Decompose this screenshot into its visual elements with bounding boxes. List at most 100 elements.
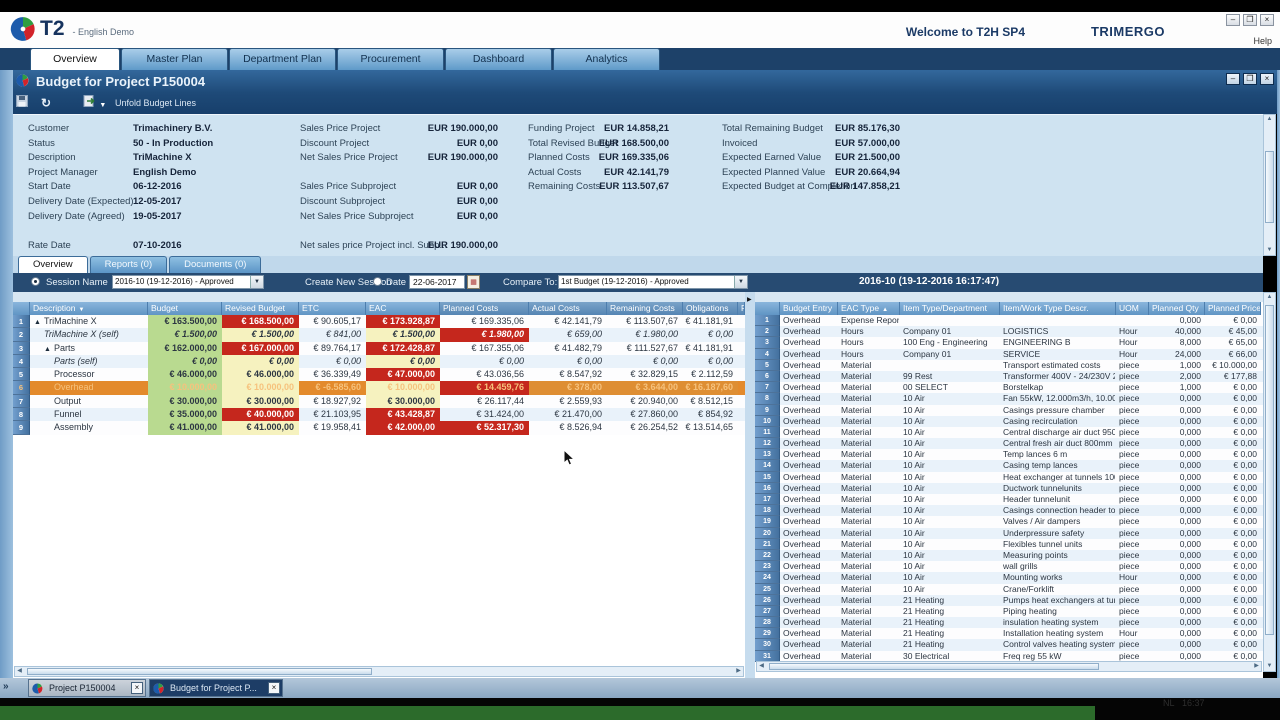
budget-line-row[interactable]: 17 Overhead Material 10 Air Header tunneluni…: [755, 494, 1263, 506]
budget-row-output[interactable]: 7 Output € 30.000,00 € 30.000,00 € 18.927,92…: [13, 394, 745, 409]
budget-line-row[interactable]: 23 Overhead Material 10 Air wall grills piece…: [755, 561, 1263, 573]
column-header-revised-budget[interactable]: Revised Budget: [222, 302, 299, 315]
export-icon[interactable]: ▼: [83, 95, 106, 110]
close-icon[interactable]: ×: [131, 682, 143, 694]
inner-close-button[interactable]: ×: [1260, 73, 1274, 85]
budget-line-row[interactable]: 7 Overhead Material 00 SELECT Borstelkap piec…: [755, 382, 1263, 394]
budget-line-row[interactable]: 10 Overhead Material 10 Air Casing recircula…: [755, 415, 1263, 427]
budget-line-row[interactable]: 27 Overhead Material 21 Heating Piping heati…: [755, 605, 1263, 618]
close-icon[interactable]: ×: [268, 682, 280, 694]
refresh-icon[interactable]: ↻: [41, 96, 51, 110]
budget-row-funnel[interactable]: 8 Funnel € 35.000,00 € 40.000,00 € 21.103,95…: [13, 408, 745, 422]
calendar-icon[interactable]: ▦: [467, 275, 480, 289]
column-header-obligations[interactable]: Obligations: [683, 302, 738, 315]
budget-line-row[interactable]: 30 Overhead Material 21 Heating Control valv…: [755, 639, 1263, 651]
budget-line-row[interactable]: 21 Overhead Material 10 Air Flexibles tunnel…: [755, 538, 1263, 550]
column-header-budget-entry[interactable]: Budget Entry: [780, 302, 838, 315]
scroll-right-icon[interactable]: ▶: [734, 667, 743, 676]
session-name-select[interactable]: 2016-10 (19-12-2016) - Approved ▼: [112, 275, 264, 289]
column-header-eac[interactable]: EAC: [366, 302, 440, 315]
budget-row-overhead[interactable]: 6 Overhead € 10.000,00 € 10.000,00 € -6.585,…: [13, 381, 745, 395]
tab-overview[interactable]: Overview: [30, 48, 120, 70]
column-header-uom[interactable]: UOM: [1116, 302, 1149, 315]
tree-expand-icon[interactable]: ▲: [44, 346, 51, 353]
column-header-actual-costs[interactable]: Actual Costs: [529, 302, 607, 315]
budget-line-row[interactable]: 9 Overhead Material 10 Air Casings pressure …: [755, 404, 1263, 416]
budget-row-trimachine-x[interactable]: 1 ▲ TriMachine X € 163.500,00 € 168.500,00 € …: [13, 315, 745, 329]
taskbar-tab-budget-for-project-p[interactable]: Budget for Project P... ×: [149, 679, 283, 697]
session-name-radio[interactable]: [31, 277, 40, 286]
minimize-button[interactable]: –: [1226, 14, 1240, 26]
scroll-right-icon[interactable]: ▶: [1252, 662, 1261, 671]
subtab-documents-0[interactable]: Documents (0): [169, 256, 262, 273]
maximize-button[interactable]: ❐: [1243, 14, 1257, 26]
budget-line-row[interactable]: 14 Overhead Material 10 Air Casing temp lanc…: [755, 460, 1263, 472]
column-header-etc[interactable]: ETC: [299, 302, 366, 315]
budget-line-row[interactable]: 13 Overhead Material 10 Air Temp lances 6 m p…: [755, 449, 1263, 461]
subtab-overview[interactable]: Overview: [18, 256, 88, 273]
budget-row-assembly[interactable]: 9 Assembly € 41.000,00 € 41.000,00 € 19.958,…: [13, 421, 745, 435]
column-header-description[interactable]: Description ▼: [30, 302, 148, 315]
budget-row-trimachine-x-self[interactable]: 2 TriMachine X (self) € 1.500,00 € 1.500,00…: [13, 328, 745, 342]
close-button[interactable]: ×: [1260, 14, 1274, 26]
budget-line-row[interactable]: 4 Overhead Hours Company 01 SERVICE Hour 24,00…: [755, 348, 1263, 360]
scroll-down-icon[interactable]: ▼: [1264, 662, 1275, 671]
table-splitter[interactable]: ▶: [745, 292, 755, 678]
taskbar-overflow-button[interactable]: »: [3, 681, 9, 692]
tab-department-plan[interactable]: Department Plan: [229, 48, 336, 70]
taskbar-tab-project-p150004[interactable]: Project P150004 ×: [28, 679, 146, 697]
splitter-handle-icon[interactable]: ▶: [747, 296, 752, 303]
budget-line-row[interactable]: 1 Overhead Expense Reports 0,000 € 0,00: [755, 315, 1263, 327]
budget-line-row[interactable]: 5 Overhead Material Transport estimated cos…: [755, 359, 1263, 371]
budget-line-row[interactable]: 3 Overhead Hours 100 Eng - Engineering ENGIN…: [755, 337, 1263, 349]
budget-line-row[interactable]: 20 Overhead Material 10 Air Underpressure sa…: [755, 527, 1263, 539]
column-header-item-type-department[interactable]: Item Type/Department: [900, 302, 1000, 315]
compare-to-select[interactable]: 1st Budget (19-12-2016) - Approved ▼: [558, 275, 748, 289]
scroll-left-icon[interactable]: ◀: [15, 667, 24, 676]
budget-line-row[interactable]: 22 Overhead Material 10 Air Measuring points…: [755, 549, 1263, 562]
save-icon[interactable]: [16, 95, 28, 110]
column-header-planned-costs[interactable]: Planned Costs: [440, 302, 529, 315]
info-scrollbar[interactable]: ▲ ▼: [1263, 114, 1276, 256]
budget-line-row[interactable]: 8 Overhead Material 10 Air Fan 55kW, 12.000m…: [755, 393, 1263, 405]
column-header-item-work-type-descr[interactable]: Item/Work Type Descr.: [1000, 302, 1116, 315]
budget-lines-vscrollbar[interactable]: ▲ ▼: [1263, 292, 1276, 672]
inner-minimize-button[interactable]: –: [1226, 73, 1240, 85]
budget-line-row[interactable]: 19 Overhead Material 10 Air Valves / Air dam…: [755, 516, 1263, 528]
chevron-down-icon[interactable]: ▼: [734, 276, 747, 288]
tab-analytics[interactable]: Analytics: [553, 48, 660, 70]
budget-lines-hscrollbar[interactable]: ◀ ▶: [756, 661, 1262, 672]
help-link[interactable]: Help: [1253, 36, 1272, 46]
column-header-budget[interactable]: Budget: [148, 302, 222, 315]
unfold-budget-lines-button[interactable]: Unfold Budget Lines: [115, 98, 196, 108]
tab-dashboard[interactable]: Dashboard: [445, 48, 552, 70]
budget-line-row[interactable]: 2 Overhead Hours Company 01 LOGISTICS Hour 40,…: [755, 326, 1263, 338]
tab-procurement[interactable]: Procurement: [337, 48, 444, 70]
column-header-remaining-costs[interactable]: Remaining Costs: [607, 302, 683, 315]
budget-line-row[interactable]: 6 Overhead Material 99 Rest Transformer 400V…: [755, 370, 1263, 383]
inner-maximize-button[interactable]: ❐: [1243, 73, 1257, 85]
budget-row-parts-self[interactable]: 4 Parts (self) € 0,00 € 0,00 € 0,00 € 0,00 € 0…: [13, 354, 745, 369]
budget-line-row[interactable]: 12 Overhead Material 10 Air Central fresh ai…: [755, 438, 1263, 450]
tab-master-plan[interactable]: Master Plan: [121, 48, 228, 70]
date-radio[interactable]: [373, 277, 382, 286]
date-input[interactable]: 22-06-2017: [409, 275, 465, 289]
budget-line-row[interactable]: 15 Overhead Material 10 Air Heat exchanger a…: [755, 471, 1263, 483]
scroll-down-icon[interactable]: ▼: [1264, 246, 1275, 255]
chevron-down-icon[interactable]: ▼: [250, 276, 263, 288]
export-dropdown-caret[interactable]: ▼: [99, 102, 106, 109]
budget-line-row[interactable]: 11 Overhead Material 10 Air Central discharg…: [755, 426, 1263, 439]
column-header-planned-qty[interactable]: Planned Qty: [1149, 302, 1205, 315]
budget-line-row[interactable]: 25 Overhead Material 10 Air Crane/Forklift pi…: [755, 583, 1263, 595]
column-header-planned-price[interactable]: Planned Price: [1205, 302, 1261, 315]
budget-line-row[interactable]: 24 Overhead Material 10 Air Mounting works Ho…: [755, 572, 1263, 584]
scroll-up-icon[interactable]: ▲: [1264, 115, 1275, 124]
scroll-up-icon[interactable]: ▲: [1264, 293, 1275, 302]
column-header-eac-type[interactable]: EAC Type ▲: [838, 302, 900, 315]
budget-row-parts[interactable]: 3 ▲ Parts € 162.000,00 € 167.000,00 € 89.764,…: [13, 341, 745, 355]
budget-line-row[interactable]: 26 Overhead Material 21 Heating Pumps heat e…: [755, 594, 1263, 606]
budget-line-row[interactable]: 16 Overhead Material 10 Air Ductwork tunnelu…: [755, 482, 1263, 494]
budget-row-processor[interactable]: 5 Processor € 46.000,00 € 46.000,00 € 36.339…: [13, 368, 745, 382]
tree-expand-icon[interactable]: ▲: [34, 319, 41, 326]
budget-line-row[interactable]: 28 Overhead Material 21 Heating insulation h…: [755, 617, 1263, 629]
